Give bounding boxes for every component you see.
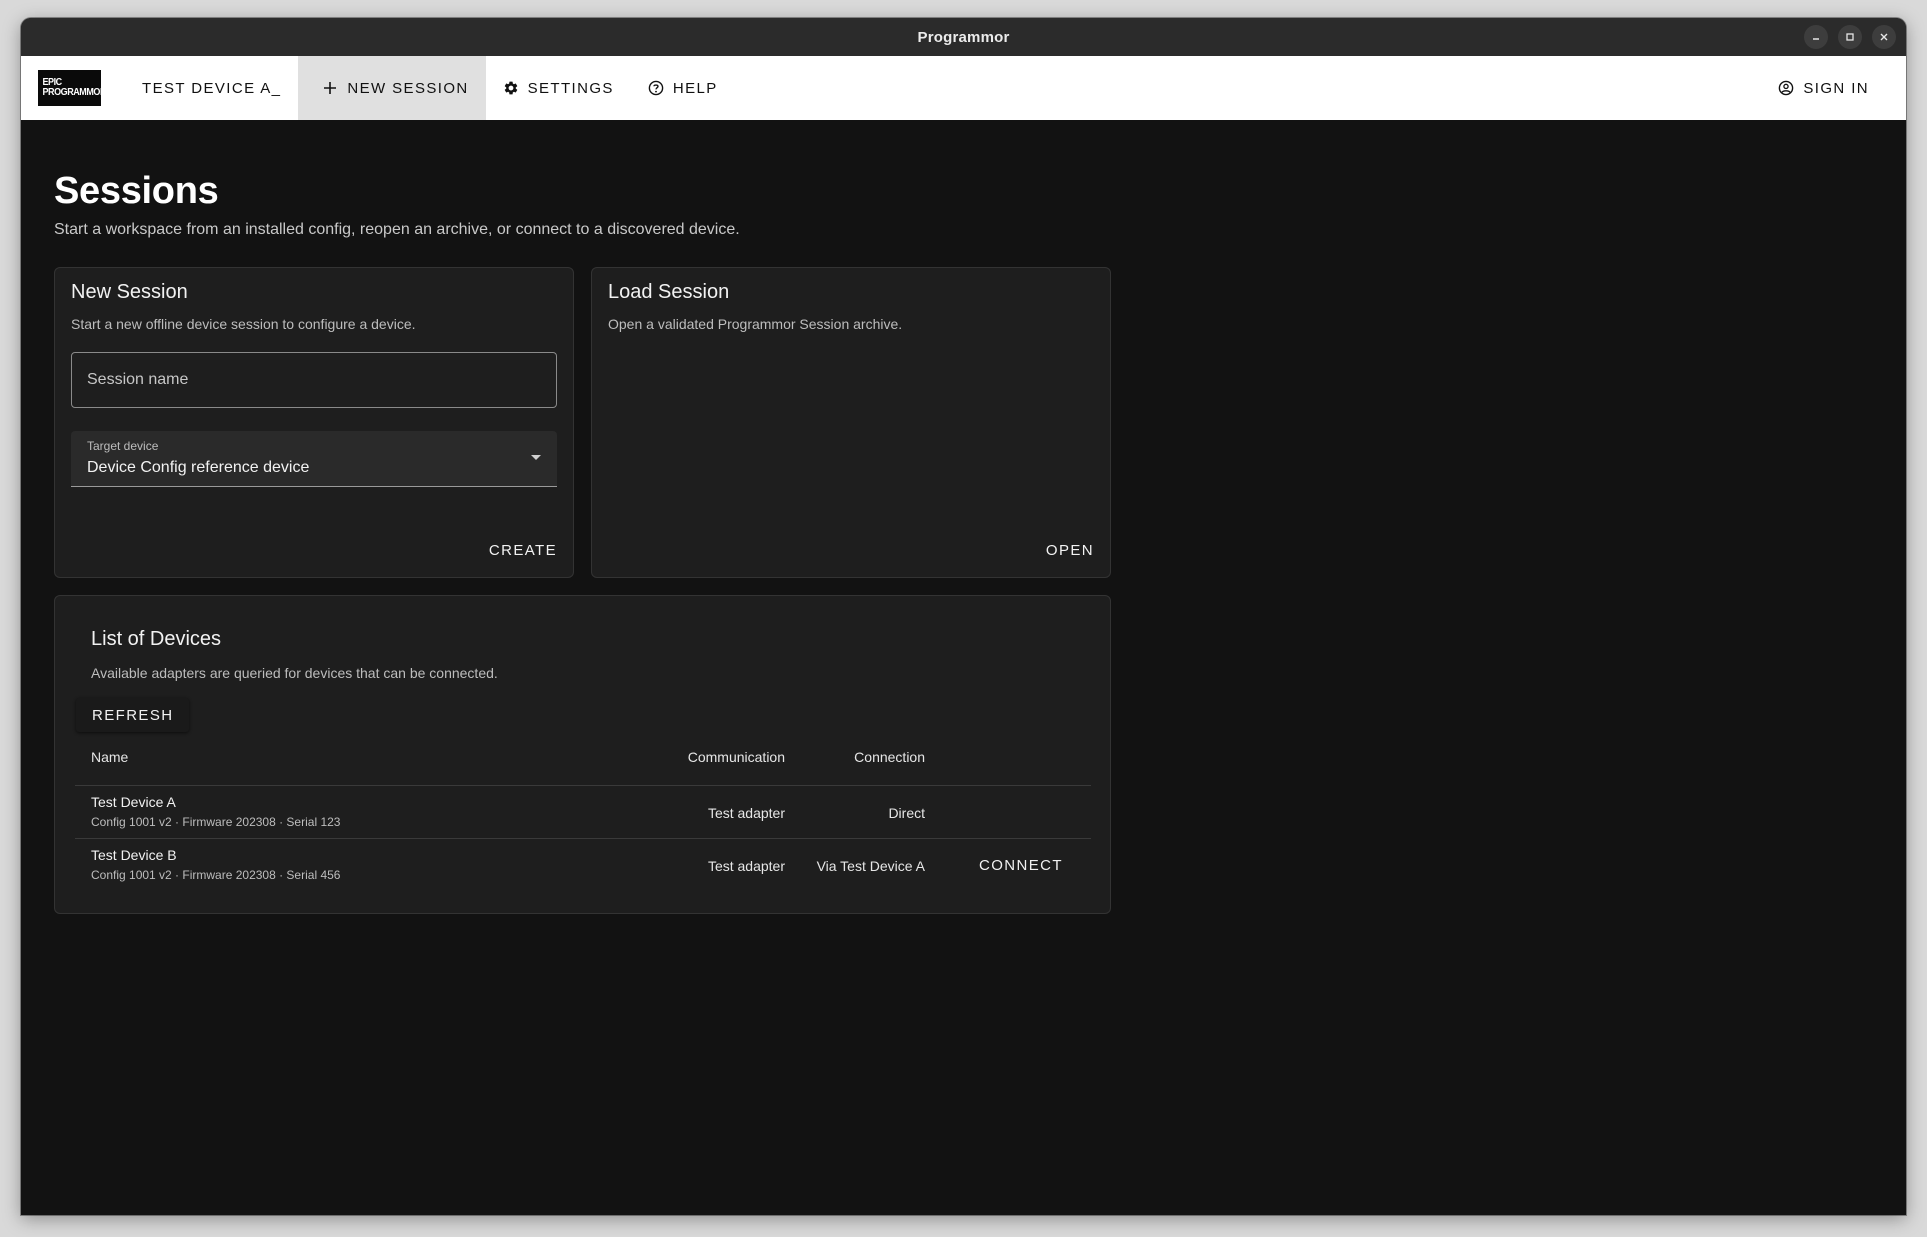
app-toolbar: EPIC PROGRAMMOR TEST DEVICE A_ NEW SESSI… <box>21 56 1906 120</box>
logo-line2: PROGRAMMOR <box>42 87 107 98</box>
device-meta: Config 1001 v2 · Firmware 202308 · Seria… <box>91 815 341 829</box>
refresh-label: REFRESH <box>92 706 174 724</box>
window-titlebar[interactable]: Programmor <box>21 18 1906 56</box>
session-name-input[interactable] <box>71 352 557 408</box>
dropdown-caret-icon <box>531 455 541 460</box>
device-tab-label: TEST DEVICE A_ <box>142 79 282 97</box>
new-session-button[interactable]: NEW SESSION <box>298 56 486 120</box>
column-header-communication: Communication <box>687 749 785 765</box>
table-divider <box>75 785 1091 786</box>
target-device-label: Target device <box>87 439 159 453</box>
new-session-subtitle: Start a new offline device session to co… <box>71 316 416 332</box>
device-connection: Direct <box>888 805 925 821</box>
page-subtitle: Start a workspace from an installed conf… <box>54 221 740 238</box>
settings-button[interactable]: SETTINGS <box>486 56 631 120</box>
new-session-title: New Session <box>71 281 188 303</box>
column-header-name: Name <box>91 749 129 765</box>
connect-button[interactable]: CONNECT <box>979 857 1063 874</box>
device-name: Test Device B <box>91 847 177 863</box>
devices-subtitle: Available adapters are queried for devic… <box>91 665 498 681</box>
app-logo: EPIC PROGRAMMOR <box>38 70 107 106</box>
create-button[interactable]: CREATE <box>489 542 557 559</box>
minimize-button[interactable] <box>1804 25 1828 49</box>
maximize-button[interactable] <box>1838 25 1862 49</box>
minimize-icon <box>1813 38 1819 40</box>
load-session-subtitle: Open a validated Programmor Session arch… <box>608 316 903 332</box>
column-header-connection: Connection <box>854 749 925 765</box>
devices-title: List of Devices <box>91 628 222 650</box>
sign-in-button[interactable]: SIGN IN <box>1761 56 1886 120</box>
new-session-label: NEW SESSION <box>347 79 469 97</box>
devices-card: List of Devices Available adapters are q… <box>54 595 1111 914</box>
table-divider <box>75 838 1091 839</box>
device-name: Test Device A <box>91 794 176 810</box>
device-meta: Config 1001 v2 · Firmware 202308 · Seria… <box>91 868 341 882</box>
new-session-card: New Session Start a new offline device s… <box>54 267 574 578</box>
device-communication: Test adapter <box>707 805 785 821</box>
close-button[interactable] <box>1872 25 1896 49</box>
close-icon <box>1880 33 1888 41</box>
app-window: Programmor EPIC PROGRAMMOR TEST DEVICE A… <box>21 18 1906 1215</box>
target-device-value: Device Config reference device <box>87 459 310 476</box>
refresh-button[interactable]: REFRESH <box>76 698 190 732</box>
load-session-card: Load Session Open a validated Programmor… <box>591 267 1111 578</box>
open-button[interactable]: OPEN <box>1046 542 1094 559</box>
device-connection: Via Test Device A <box>816 858 925 874</box>
sign-in-label: SIGN IN <box>1803 79 1869 97</box>
window-title: Programmor <box>917 28 1010 46</box>
help-button[interactable]: HELP <box>631 56 735 120</box>
device-tab-button[interactable]: TEST DEVICE A_ <box>125 56 298 120</box>
help-circle-icon <box>648 80 664 96</box>
target-device-select[interactable]: Target device Device Config reference de… <box>71 431 557 487</box>
load-session-title: Load Session <box>608 281 730 303</box>
gear-icon <box>503 80 519 96</box>
window-controls <box>1804 25 1896 49</box>
maximize-icon <box>1846 33 1854 41</box>
account-circle-icon <box>1778 80 1794 96</box>
help-label: HELP <box>672 79 718 97</box>
settings-label: SETTINGS <box>527 79 614 97</box>
page-title: Sessions <box>54 170 219 212</box>
plus-icon <box>322 80 338 96</box>
